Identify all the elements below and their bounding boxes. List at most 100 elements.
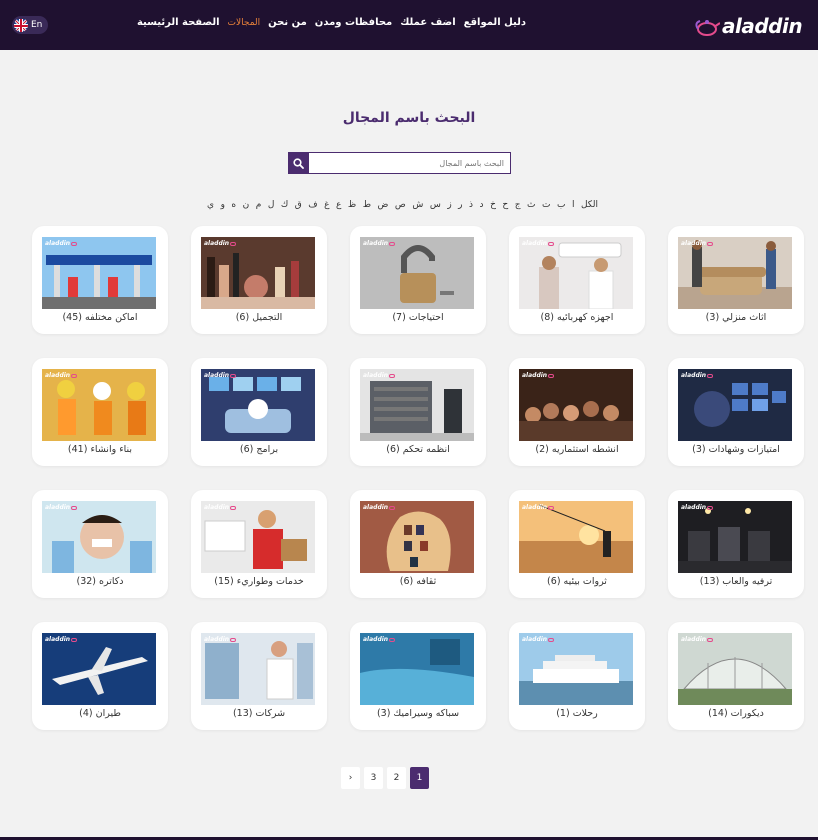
category-label: اماكن مختلفه (45)	[62, 312, 138, 323]
brand-watermark: aladdin	[204, 504, 237, 511]
category-card[interactable]: aladdin اثاث منزلي (3)	[668, 226, 804, 334]
category-card[interactable]: aladdin احتياجات (7)	[350, 226, 486, 334]
brand-watermark-text: aladdin	[681, 240, 707, 247]
letter-filter-all[interactable]: الكل	[581, 200, 598, 210]
category-image: aladdin	[360, 633, 474, 705]
letter-filter-item[interactable]: غ	[324, 200, 329, 210]
letter-filter-item[interactable]: ب	[557, 200, 565, 210]
letter-filter-item[interactable]: ع	[336, 200, 341, 210]
letter-filter-item[interactable]: د	[480, 200, 484, 210]
nav-link-4[interactable]: محافظات ومدن	[315, 17, 392, 28]
category-card[interactable]: aladdin التجميل (6)	[191, 226, 327, 334]
pagination-next[interactable]: ›	[341, 767, 360, 789]
lamp-mini-icon	[71, 637, 78, 642]
search-input[interactable]	[308, 152, 511, 174]
letter-filter-item[interactable]: ن	[243, 200, 250, 210]
letter-filter-item[interactable]: ر	[458, 200, 462, 210]
category-card[interactable]: aladdin برامج (6)	[191, 358, 327, 466]
letter-filter-item[interactable]: ح	[502, 200, 508, 210]
language-switch[interactable]: En	[12, 16, 48, 34]
main-nav: الصفحة الرئيسية المجالات من نحن محافظات ومد…	[137, 17, 526, 28]
brand-watermark-text: aladdin	[681, 504, 707, 511]
letter-filter-item[interactable]: ض	[378, 200, 389, 210]
letter-filter-item[interactable]: ش	[412, 200, 423, 210]
category-card[interactable]: aladdin انشطه استثماريه (2)	[509, 358, 645, 466]
nav-link-5[interactable]: اضف عملك	[400, 17, 455, 28]
brand-watermark-text: aladdin	[45, 636, 71, 643]
pagination-page[interactable]: 3	[364, 767, 383, 789]
letter-filter-item[interactable]: ي	[207, 200, 214, 210]
letter-filter-item[interactable]: س	[430, 200, 441, 210]
nav-link-6[interactable]: دليل المواقع	[464, 17, 526, 28]
lamp-mini-icon	[230, 637, 237, 642]
category-image: aladdin	[519, 501, 633, 573]
brand-watermark-text: aladdin	[522, 504, 548, 511]
category-label: خدمات وطواريء (15)	[214, 576, 304, 587]
letter-filter-item[interactable]: ل	[268, 200, 275, 210]
category-label: اثاث منزلي (3)	[705, 312, 767, 323]
letter-filter-item[interactable]: ز	[447, 200, 451, 210]
brand-watermark: aladdin	[363, 636, 396, 643]
letter-filter-item[interactable]: ا	[572, 200, 575, 210]
letter-filter-item[interactable]: ذ	[469, 200, 473, 210]
category-image: aladdin	[201, 501, 315, 573]
letter-filter-item[interactable]: ص	[395, 200, 406, 210]
category-image: aladdin	[519, 237, 633, 309]
letter-filter-item[interactable]: ث	[527, 200, 535, 210]
pagination-page[interactable]: 2	[387, 767, 406, 789]
brand-watermark: aladdin	[681, 240, 714, 247]
letter-filter-item[interactable]: ط	[363, 200, 371, 210]
category-label: امتيازات وشهادات (3)	[692, 444, 780, 455]
category-card[interactable]: aladdin ثقافه (6)	[350, 490, 486, 598]
category-card[interactable]: aladdin ترفيه والعاب (13)	[668, 490, 804, 598]
category-card[interactable]: aladdin امتيازات وشهادات (3)	[668, 358, 804, 466]
category-label: التجميل (6)	[235, 312, 283, 323]
site-logo[interactable]: aladdin	[694, 12, 803, 40]
category-image: aladdin	[42, 501, 156, 573]
letter-filter-item[interactable]: و	[221, 200, 225, 210]
nav-link-3[interactable]: من نحن	[268, 17, 307, 28]
letter-filter-item[interactable]: خ	[490, 200, 496, 210]
letter-filter-item[interactable]: ت	[542, 200, 550, 210]
category-card[interactable]: aladdin خدمات وطواريء (15)	[191, 490, 327, 598]
letter-filter-item[interactable]: م	[256, 200, 262, 210]
category-card[interactable]: aladdin دكاتره (32)	[32, 490, 168, 598]
brand-watermark-text: aladdin	[681, 372, 707, 379]
lamp-mini-icon	[389, 505, 396, 510]
brand-watermark: aladdin	[522, 636, 555, 643]
letter-filter-item[interactable]: ف	[308, 200, 317, 210]
category-card[interactable]: aladdin اجهزه كهربائيه (8)	[509, 226, 645, 334]
category-image: aladdin	[519, 369, 633, 441]
lamp-mini-icon	[71, 505, 78, 510]
category-card[interactable]: aladdin ثروات بيئيه (6)	[509, 490, 645, 598]
category-card[interactable]: aladdin سباكه وسيراميك (3)	[350, 622, 486, 730]
brand-watermark-text: aladdin	[522, 372, 548, 379]
category-card[interactable]: aladdin انظمه تحكم (6)	[350, 358, 486, 466]
letter-filter-item[interactable]: ك	[281, 200, 288, 210]
letter-filter-item[interactable]: ظ	[348, 200, 356, 210]
letter-filter-item[interactable]: ج	[515, 200, 521, 210]
category-label: احتياجات (7)	[392, 312, 444, 323]
category-card[interactable]: aladdin رحلات (1)	[509, 622, 645, 730]
top-navbar: En الصفحة الرئيسية المجالات من نحن محافظات …	[0, 0, 818, 50]
category-label: بناء وانشاء (41)	[67, 444, 133, 455]
logo-text: aladdin	[722, 14, 803, 38]
brand-watermark-text: aladdin	[204, 636, 230, 643]
category-card[interactable]: aladdin ديكورات (14)	[668, 622, 804, 730]
lamp-mini-icon	[707, 637, 714, 642]
lamp-logo-icon	[694, 15, 721, 37]
nav-link-1[interactable]: الصفحة الرئيسية	[137, 17, 220, 28]
letter-filter-item[interactable]: ق	[295, 200, 302, 210]
letter-filter-item[interactable]: ه	[231, 200, 236, 210]
search-button[interactable]	[288, 152, 308, 174]
category-card[interactable]: aladdin شركات (13)	[191, 622, 327, 730]
pagination-page[interactable]: 1	[410, 767, 429, 789]
category-image: aladdin	[42, 237, 156, 309]
category-card[interactable]: aladdin اماكن مختلفه (45)	[32, 226, 168, 334]
category-card[interactable]: aladdin طيران (4)	[32, 622, 168, 730]
category-card[interactable]: aladdin بناء وانشاء (41)	[32, 358, 168, 466]
category-image: aladdin	[201, 633, 315, 705]
lamp-mini-icon	[389, 637, 396, 642]
category-label: انشطه استثماريه (2)	[535, 444, 619, 455]
nav-link-2[interactable]: المجالات	[228, 17, 261, 28]
